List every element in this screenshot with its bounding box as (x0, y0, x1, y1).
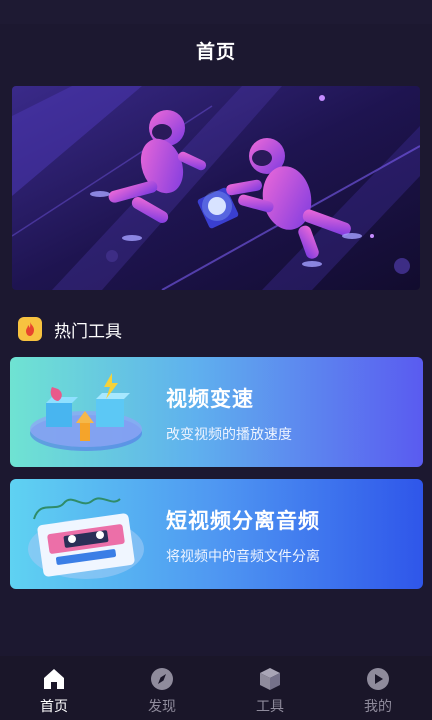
tab-mine[interactable]: 我的 (324, 656, 432, 720)
tab-label: 首页 (40, 699, 68, 715)
flame-icon (18, 317, 42, 341)
status-bar (0, 0, 432, 24)
tab-label: 发现 (148, 699, 176, 715)
header: 首页 (0, 24, 432, 76)
astronauts-banner-image (12, 86, 420, 290)
section-header: 热门工具 (18, 316, 122, 342)
play-circle-icon (367, 668, 389, 690)
tab-home[interactable]: 首页 (0, 656, 108, 720)
tab-label: 我的 (364, 699, 392, 715)
section-title: 热门工具 (54, 321, 122, 342)
tab-discover[interactable]: 发现 (108, 656, 216, 720)
cube-icon (260, 668, 280, 690)
audio-separation-card[interactable]: 短视频分离音频 将视频中的音频文件分离 (10, 479, 423, 589)
card-title: 短视频分离音频 (166, 509, 320, 533)
card-subtitle: 改变视频的播放速度 (166, 427, 292, 443)
cassette-tape-illustration (28, 497, 144, 579)
speed-boxes-illustration (30, 373, 142, 451)
card-title: 视频变速 (166, 387, 254, 411)
tab-tools[interactable]: 工具 (216, 656, 324, 720)
card-subtitle: 将视频中的音频文件分离 (166, 549, 320, 565)
banner[interactable] (12, 86, 420, 290)
bottom-tab-bar: 首页 发现 工具 我的 (0, 656, 432, 720)
compass-icon (151, 668, 173, 690)
home-icon (44, 669, 64, 689)
tab-label: 工具 (256, 699, 284, 715)
video-speed-card[interactable]: 视频变速 改变视频的播放速度 (10, 357, 423, 467)
page-title: 首页 (195, 40, 236, 63)
